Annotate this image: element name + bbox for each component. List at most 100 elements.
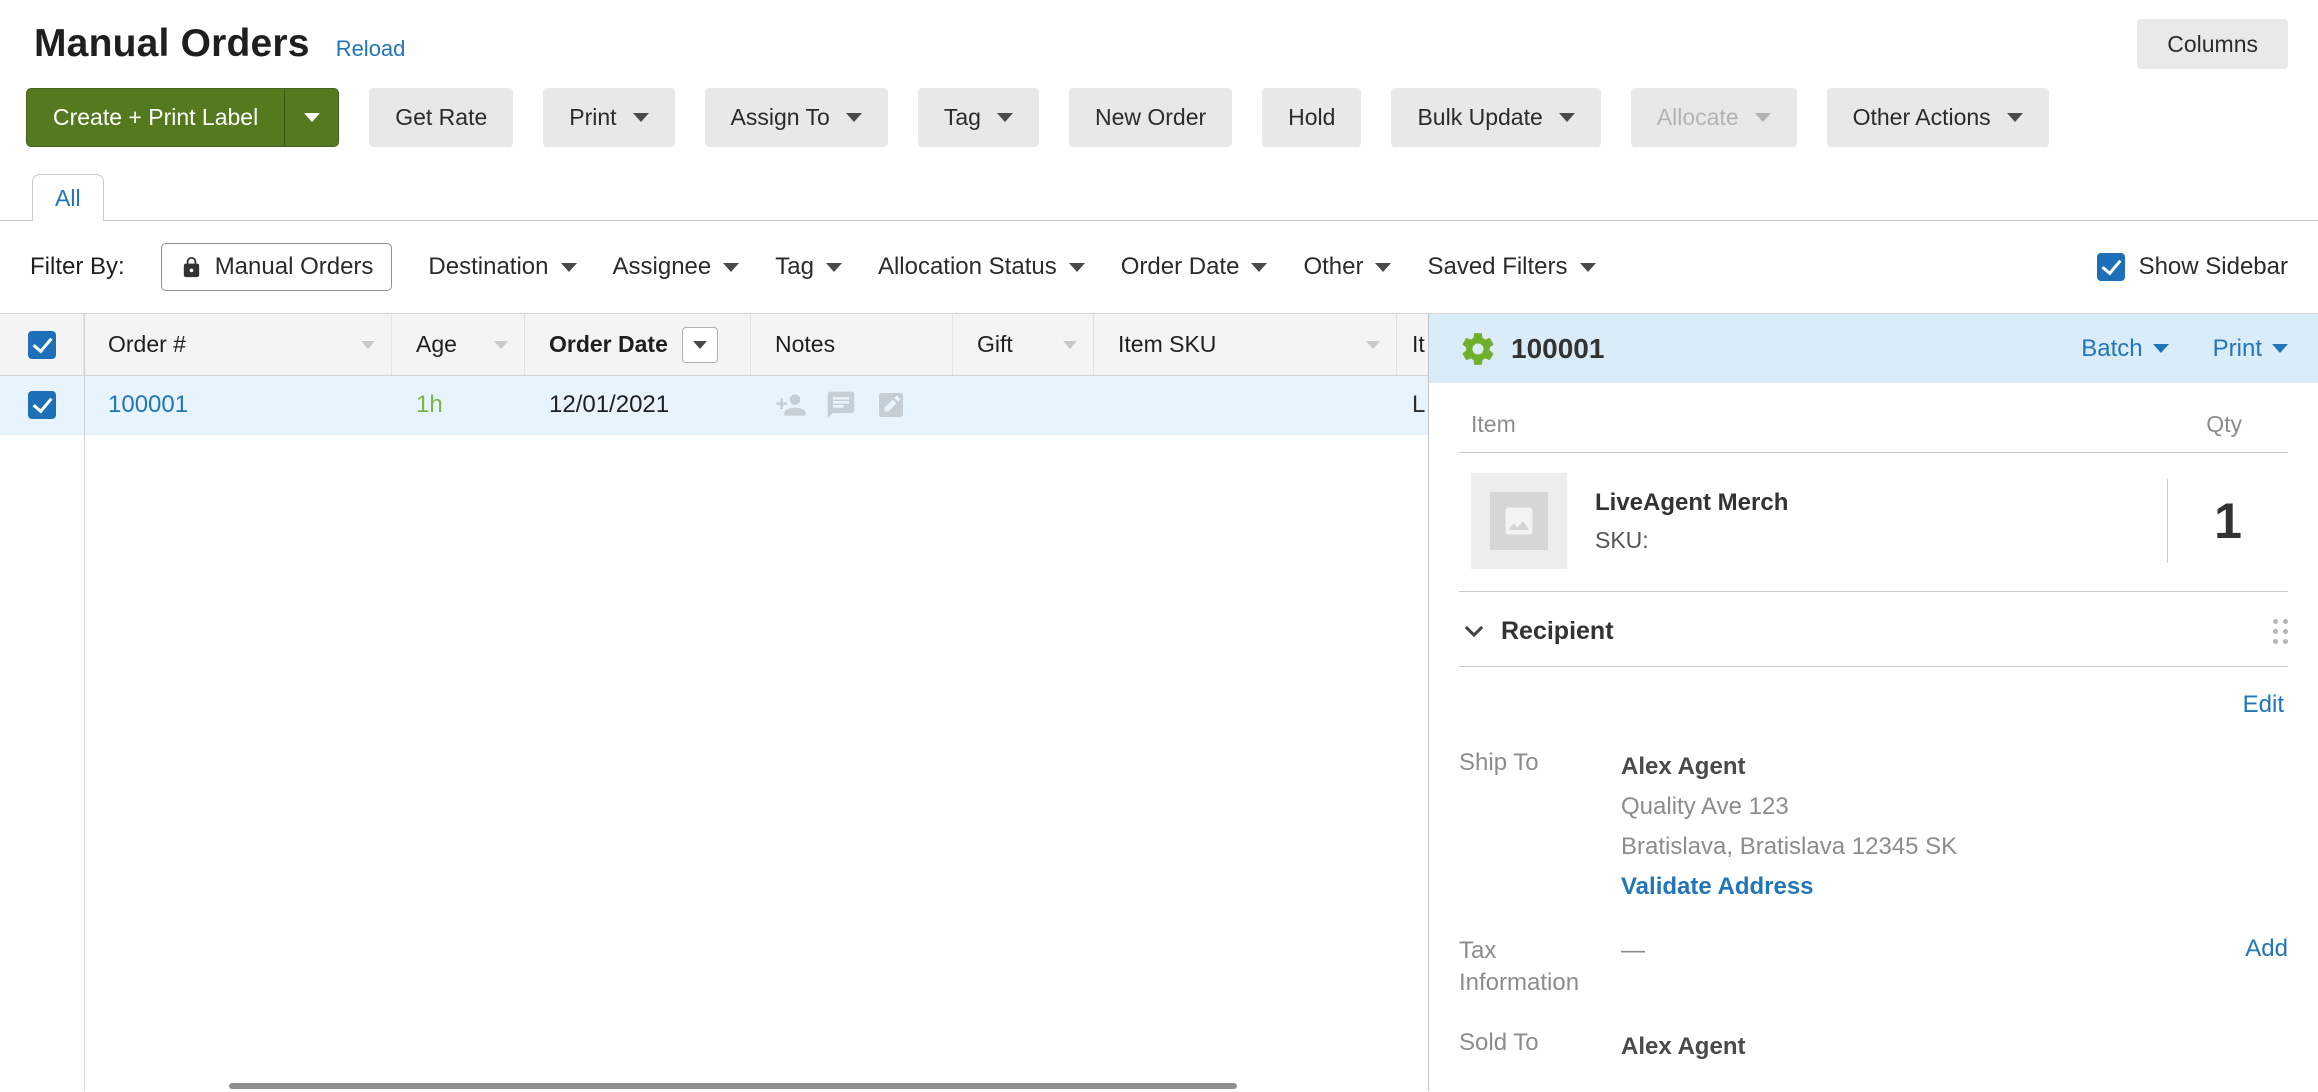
batch-dropdown[interactable]: Batch (2081, 335, 2168, 363)
filter-bar: Filter By: Manual Orders Destination Ass… (0, 221, 2318, 313)
create-print-label-button[interactable]: Create + Print Label (26, 88, 339, 147)
filter-caret-icon[interactable] (1366, 341, 1380, 349)
select-all-checkbox[interactable] (28, 331, 56, 359)
column-order-number-label: Order # (108, 331, 186, 358)
caret-down-icon (2153, 344, 2169, 353)
create-print-label-dropdown[interactable] (284, 89, 338, 146)
assign-to-button[interactable]: Assign To (705, 88, 888, 147)
item-name-partial: L (1412, 391, 1425, 419)
caret-down-icon (1580, 263, 1596, 272)
hold-button[interactable]: Hold (1262, 88, 1361, 147)
order-date-sort-button[interactable] (682, 327, 718, 363)
item-qty-value: 1 (2168, 492, 2288, 550)
column-age-label: Age (416, 331, 457, 358)
filter-saved-filters[interactable]: Saved Filters (1427, 253, 1595, 281)
caret-down-icon (997, 113, 1013, 122)
sidebar-header: 100001 Batch Print (1429, 314, 2318, 383)
new-order-button[interactable]: New Order (1069, 88, 1232, 147)
tax-information-value: — (1621, 935, 1645, 967)
table-row[interactable]: 100001 1h 12/01/2021 L (0, 376, 1428, 435)
image-placeholder-icon (1490, 492, 1548, 550)
items-header: Item Qty (1459, 383, 2288, 453)
bulk-update-button[interactable]: Bulk Update (1391, 88, 1600, 147)
chevron-down-icon[interactable] (1459, 616, 1489, 646)
row-item-cell: L (1397, 391, 1428, 419)
column-header-gift[interactable]: Gift (953, 314, 1094, 375)
tab-all-label: All (55, 185, 81, 212)
filter-caret-icon[interactable] (1063, 341, 1077, 349)
column-header-notes[interactable]: Notes (751, 314, 953, 375)
filter-other-label: Other (1303, 253, 1363, 281)
caret-down-icon (1755, 113, 1771, 122)
print-dropdown[interactable]: Print (2213, 335, 2288, 363)
ship-to-name: Alex Agent (1621, 747, 1957, 787)
gear-icon[interactable] (1459, 330, 1497, 368)
column-header-order-date[interactable]: Order Date (525, 314, 751, 375)
filter-allocation-status[interactable]: Allocation Status (878, 253, 1085, 281)
print-button[interactable]: Print (543, 88, 674, 147)
horizontal-scrollbar[interactable] (229, 1083, 1237, 1089)
columns-button[interactable]: Columns (2137, 19, 2288, 69)
filter-tag[interactable]: Tag (775, 253, 842, 281)
other-actions-button[interactable]: Other Actions (1827, 88, 2049, 147)
filter-manual-orders[interactable]: Manual Orders (161, 243, 393, 291)
ship-to-label: Ship To (1459, 747, 1621, 779)
ship-to-value: Alex Agent Quality Ave 123 Bratislava, B… (1621, 747, 1957, 907)
edit-link[interactable]: Edit (2243, 691, 2284, 718)
sold-to-name: Alex Agent (1621, 1027, 1745, 1067)
filter-saved-filters-label: Saved Filters (1427, 253, 1567, 281)
select-all-cell (0, 314, 84, 375)
print-label: Print (2213, 335, 2262, 363)
drag-handle-icon[interactable] (2273, 619, 2288, 644)
column-header-item-sku[interactable]: Item SKU (1094, 314, 1397, 375)
filter-order-date-label: Order Date (1121, 253, 1240, 281)
page-title: Manual Orders (34, 22, 310, 66)
sidebar-header-links: Batch Print (2081, 335, 2288, 363)
caret-down-icon (846, 113, 862, 122)
filter-caret-icon[interactable] (494, 341, 508, 349)
filter-other[interactable]: Other (1303, 253, 1391, 281)
column-item-sku-label: Item SKU (1118, 331, 1216, 358)
age-value: 1h (416, 391, 443, 419)
row-select-cell (0, 391, 84, 419)
filter-destination[interactable]: Destination (428, 253, 576, 281)
column-header-item[interactable]: It (1397, 314, 1428, 375)
filter-caret-icon[interactable] (361, 341, 375, 349)
row-age-cell: 1h (392, 391, 525, 419)
column-header-age[interactable]: Age (392, 314, 525, 375)
caret-down-icon (1559, 113, 1575, 122)
other-actions-label: Other Actions (1853, 104, 1991, 131)
toolbar: Create + Print Label Get Rate Print Assi… (0, 72, 2318, 147)
validate-address-link[interactable]: Validate Address (1621, 873, 1814, 900)
caret-down-icon (1251, 263, 1267, 272)
add-tax-link[interactable]: Add (2245, 935, 2288, 963)
filter-assignee[interactable]: Assignee (613, 253, 740, 281)
sold-to-label: Sold To (1459, 1027, 1621, 1059)
sidebar-body: Item Qty LiveAgent Merch SKU: (1429, 383, 2318, 1091)
caret-down-icon (1069, 263, 1085, 272)
reload-link[interactable]: Reload (336, 36, 406, 62)
tag-button[interactable]: Tag (918, 88, 1039, 147)
tab-all[interactable]: All (32, 174, 104, 221)
content-area: Order # Age Order Date Notes Gift Item S… (0, 313, 2318, 1091)
order-number-link[interactable]: 100001 (108, 391, 188, 419)
note-icon[interactable] (825, 389, 857, 421)
bulk-update-label: Bulk Update (1417, 104, 1542, 131)
row-checkbox[interactable] (28, 391, 56, 419)
get-rate-button[interactable]: Get Rate (369, 88, 513, 147)
edit-note-icon[interactable] (875, 389, 907, 421)
tax-information-label: Tax Information (1459, 935, 1621, 999)
order-item-row: LiveAgent Merch SKU: 1 (1459, 453, 2288, 592)
show-sidebar-checkbox[interactable] (2097, 253, 2125, 281)
column-header-order-number[interactable]: Order # (84, 314, 392, 375)
tax-information-row: Tax Information — Add (1459, 935, 2288, 999)
order-date-value: 12/01/2021 (549, 391, 669, 419)
item-name: LiveAgent Merch (1595, 489, 1788, 517)
filter-tag-label: Tag (775, 253, 814, 281)
assign-icon[interactable] (775, 389, 807, 421)
print-label: Print (569, 104, 616, 131)
filter-order-date[interactable]: Order Date (1121, 253, 1268, 281)
caret-down-icon (693, 341, 707, 349)
create-print-label-main[interactable]: Create + Print Label (27, 89, 284, 146)
table-header-row: Order # Age Order Date Notes Gift Item S… (0, 314, 1428, 376)
